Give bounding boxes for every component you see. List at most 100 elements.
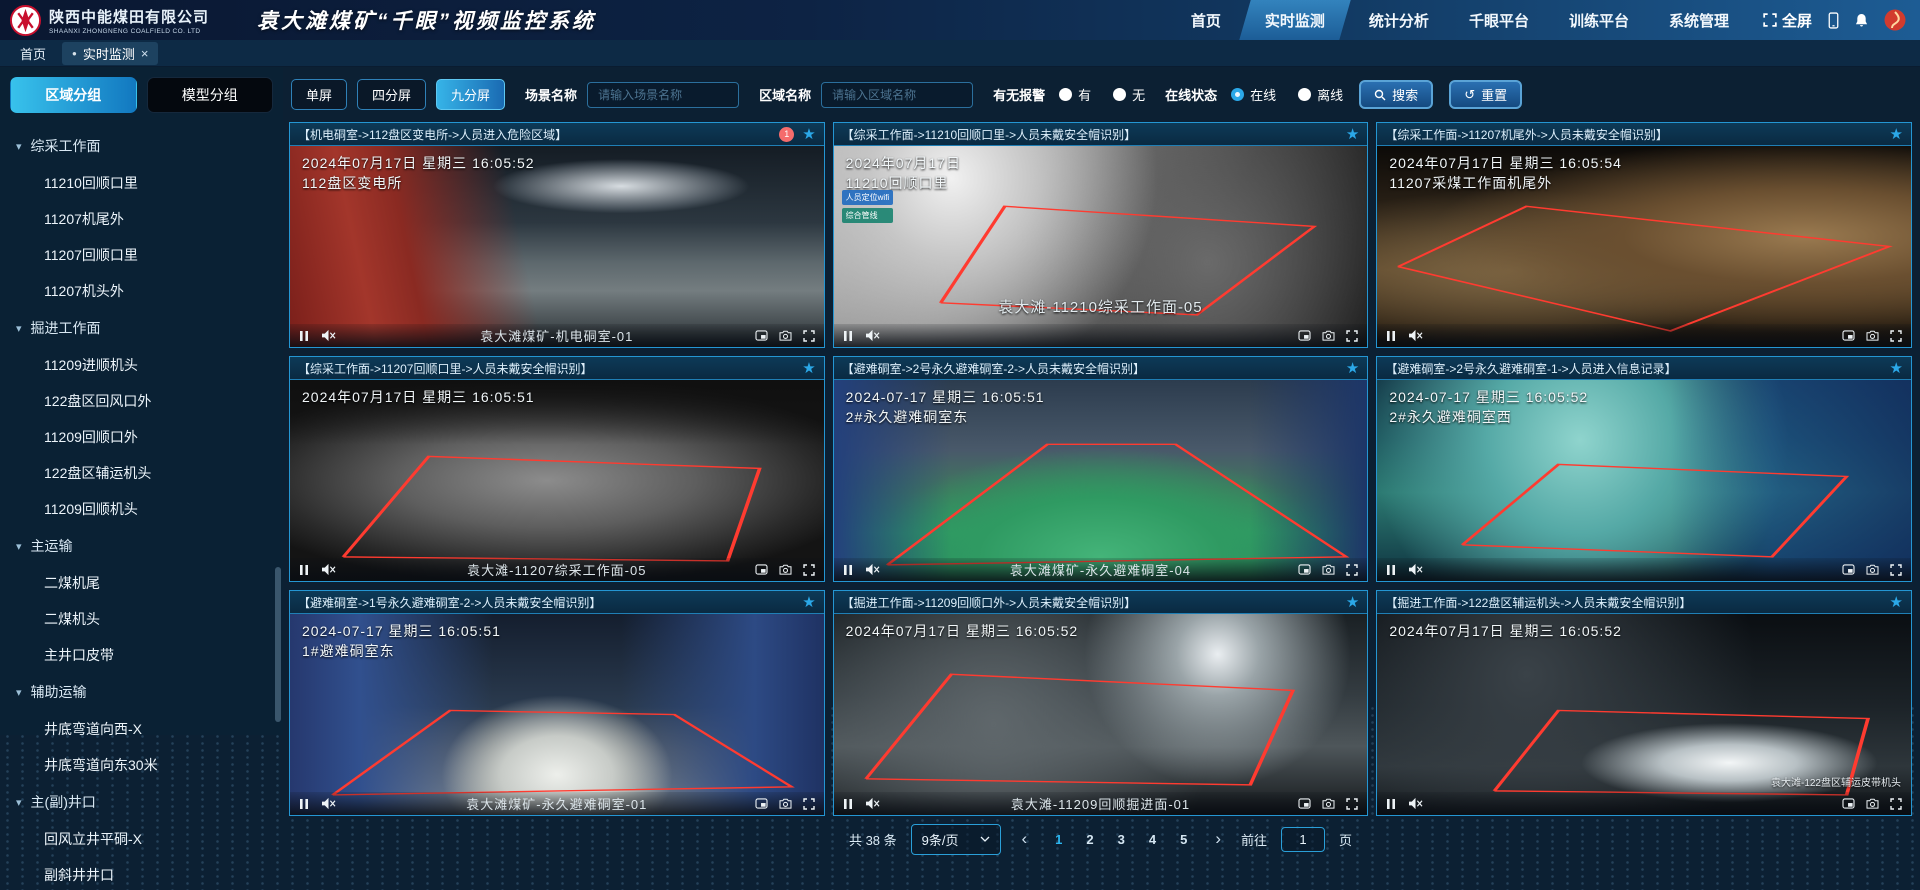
pause-icon[interactable] bbox=[1386, 564, 1396, 576]
pause-icon[interactable] bbox=[843, 330, 853, 342]
fullscreen-video-icon[interactable] bbox=[1346, 330, 1358, 342]
tree-item-0-1[interactable]: 11207机尾外 bbox=[0, 201, 283, 237]
page-number-3[interactable]: 3 bbox=[1110, 830, 1133, 849]
fullscreen-video-icon[interactable] bbox=[803, 798, 815, 810]
tree-item-3-0[interactable]: 井底弯道向西-X bbox=[0, 711, 283, 747]
nav-item-0[interactable]: 首页 bbox=[1171, 0, 1241, 40]
favorite-star-icon[interactable]: ★ bbox=[1346, 361, 1359, 376]
tree-item-1-1[interactable]: 122盘区回风口外 bbox=[0, 383, 283, 419]
record-icon[interactable] bbox=[1842, 330, 1855, 341]
favorite-star-icon[interactable]: ★ bbox=[1890, 127, 1903, 142]
tree-item-4-0[interactable]: 回风立井平硐-X bbox=[0, 821, 283, 857]
mute-icon[interactable] bbox=[1408, 797, 1423, 810]
mute-icon[interactable] bbox=[865, 563, 880, 576]
video-frame[interactable]: 2024年07月17日11210回顺口里袁大滩-11210综采工作面-05人员定… bbox=[834, 146, 1368, 347]
tree-item-2-0[interactable]: 二煤机尾 bbox=[0, 565, 283, 601]
pause-icon[interactable] bbox=[299, 564, 309, 576]
record-icon[interactable] bbox=[1298, 330, 1311, 341]
record-icon[interactable] bbox=[1842, 798, 1855, 809]
mute-icon[interactable] bbox=[321, 797, 336, 810]
snapshot-icon[interactable] bbox=[779, 330, 792, 341]
mute-icon[interactable] bbox=[321, 563, 336, 576]
fullscreen-video-icon[interactable] bbox=[1890, 798, 1902, 810]
alarm-radio-1[interactable] bbox=[1113, 88, 1126, 101]
sidebar-tab-1[interactable]: 模型分组 bbox=[147, 77, 274, 113]
favorite-star-icon[interactable]: ★ bbox=[1890, 595, 1903, 610]
fullscreen-button[interactable]: 全屏 bbox=[1763, 10, 1812, 31]
tree-group-3[interactable]: ▾辅助运输 bbox=[0, 673, 283, 711]
snapshot-icon[interactable] bbox=[1322, 330, 1335, 341]
pause-icon[interactable] bbox=[843, 798, 853, 810]
favorite-star-icon[interactable]: ★ bbox=[802, 361, 815, 376]
sidebar-tab-0[interactable]: 区域分组 bbox=[10, 77, 137, 113]
record-icon[interactable] bbox=[1298, 798, 1311, 809]
pause-icon[interactable] bbox=[299, 330, 309, 342]
tree-item-4-1[interactable]: 副斜井井口 bbox=[0, 857, 283, 890]
video-frame[interactable]: 2024年07月17日 星期三 16:05:52袁大滩-122盘区辅运皮带机头 bbox=[1377, 614, 1911, 815]
scene-name-input[interactable] bbox=[587, 82, 739, 108]
page-number-4[interactable]: 4 bbox=[1141, 830, 1164, 849]
record-icon[interactable] bbox=[1298, 564, 1311, 575]
mute-icon[interactable] bbox=[865, 797, 880, 810]
nav-item-2[interactable]: 统计分析 bbox=[1349, 0, 1449, 40]
tree-item-1-2[interactable]: 11209回顺口外 bbox=[0, 419, 283, 455]
video-frame[interactable]: 2024-07-17 星期三 16:05:512#永久避难硐室东袁大滩煤矿-永久… bbox=[834, 380, 1368, 581]
tree-item-0-3[interactable]: 11207机头外 bbox=[0, 273, 283, 309]
fullscreen-video-icon[interactable] bbox=[1346, 798, 1358, 810]
tree-item-2-2[interactable]: 主井口皮带 bbox=[0, 637, 283, 673]
mute-icon[interactable] bbox=[1408, 329, 1423, 342]
tree-group-1[interactable]: ▾掘进工作面 bbox=[0, 309, 283, 347]
favorite-star-icon[interactable]: ★ bbox=[1346, 595, 1359, 610]
tree-item-0-0[interactable]: 11210回顺口里 bbox=[0, 165, 283, 201]
tree-group-4[interactable]: ▾主(副)井口 bbox=[0, 783, 283, 821]
video-frame[interactable]: 2024-07-17 星期三 16:05:511#避难硐室东袁大滩煤矿-永久避难… bbox=[290, 614, 824, 815]
tree-item-1-3[interactable]: 122盘区辅运机头 bbox=[0, 455, 283, 491]
pause-icon[interactable] bbox=[843, 564, 853, 576]
favorite-star-icon[interactable]: ★ bbox=[1890, 361, 1903, 376]
favorite-star-icon[interactable]: ★ bbox=[1346, 127, 1359, 142]
fullscreen-video-icon[interactable] bbox=[1346, 564, 1358, 576]
video-frame[interactable]: 2024年07月17日 星期三 16:05:52袁大滩-11209回顺掘进面-0… bbox=[834, 614, 1368, 815]
online-radio-0[interactable] bbox=[1231, 88, 1244, 101]
online-radio-1[interactable] bbox=[1298, 88, 1311, 101]
pause-icon[interactable] bbox=[299, 798, 309, 810]
snapshot-icon[interactable] bbox=[1322, 564, 1335, 575]
tab-home[interactable]: 首页 bbox=[20, 44, 46, 63]
mobile-icon[interactable] bbox=[1828, 12, 1839, 29]
tree-group-2[interactable]: ▾主运输 bbox=[0, 527, 283, 565]
video-frame[interactable]: 2024年07月17日 星期三 16:05:52112盘区变电所袁大滩煤矿-机电… bbox=[290, 146, 824, 347]
snapshot-icon[interactable] bbox=[1866, 798, 1879, 809]
favorite-star-icon[interactable]: ★ bbox=[802, 595, 815, 610]
video-frame[interactable]: 2024-07-17 星期三 16:05:522#永久避难硐室西 bbox=[1377, 380, 1911, 581]
mute-icon[interactable] bbox=[1408, 563, 1423, 576]
view-button-0[interactable]: 单屏 bbox=[291, 79, 347, 110]
snapshot-icon[interactable] bbox=[1322, 798, 1335, 809]
bell-icon[interactable] bbox=[1855, 13, 1868, 28]
tab-active[interactable]: ● 实时监测 × bbox=[62, 42, 158, 65]
favorite-star-icon[interactable]: ★ bbox=[802, 127, 815, 142]
fullscreen-video-icon[interactable] bbox=[1890, 564, 1902, 576]
tree-group-0[interactable]: ▾综采工作面 bbox=[0, 127, 283, 165]
view-button-1[interactable]: 四分屏 bbox=[357, 79, 426, 110]
record-icon[interactable] bbox=[755, 330, 768, 341]
page-number-1[interactable]: 1 bbox=[1047, 830, 1070, 849]
tree-item-3-1[interactable]: 井底弯道向东30米 bbox=[0, 747, 283, 783]
next-page-button[interactable]: › bbox=[1209, 829, 1227, 849]
reset-button[interactable]: ↺ 重置 bbox=[1449, 80, 1522, 109]
fullscreen-video-icon[interactable] bbox=[803, 564, 815, 576]
nav-item-1[interactable]: 实时监测 bbox=[1239, 0, 1350, 40]
nav-item-5[interactable]: 系统管理 bbox=[1649, 0, 1749, 40]
tree-item-1-0[interactable]: 11209进顺机头 bbox=[0, 347, 283, 383]
goto-page-input[interactable] bbox=[1281, 827, 1325, 852]
fullscreen-video-icon[interactable] bbox=[803, 330, 815, 342]
alarm-radio-0[interactable] bbox=[1059, 88, 1072, 101]
nav-item-3[interactable]: 千眼平台 bbox=[1449, 0, 1549, 40]
video-frame[interactable]: 2024年07月17日 星期三 16:05:51袁大滩-11207综采工作面-0… bbox=[290, 380, 824, 581]
snapshot-icon[interactable] bbox=[1866, 564, 1879, 575]
pause-icon[interactable] bbox=[1386, 798, 1396, 810]
view-button-2[interactable]: 九分屏 bbox=[436, 79, 505, 110]
tree-item-1-4[interactable]: 11209回顺机头 bbox=[0, 491, 283, 527]
mute-icon[interactable] bbox=[321, 329, 336, 342]
snapshot-icon[interactable] bbox=[779, 798, 792, 809]
tree-item-2-1[interactable]: 二煤机头 bbox=[0, 601, 283, 637]
